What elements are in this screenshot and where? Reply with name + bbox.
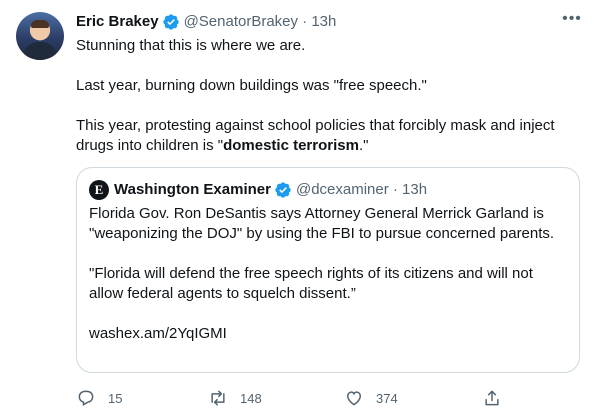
like-count: 374: [376, 390, 398, 406]
reply-count: 15: [108, 390, 123, 406]
tweet-actions: 15 148 374: [68, 384, 588, 412]
reply-icon: [78, 390, 94, 406]
tweet-header: Eric Brakey @SenatorBrakey · 13h: [76, 12, 336, 32]
share-button[interactable]: [482, 384, 502, 412]
tweet-line-3-suffix: .": [358, 137, 369, 154]
quoted-author-name: Washington Examiner: [114, 181, 271, 198]
verified-badge-icon: [162, 13, 180, 31]
reply-button[interactable]: 15: [76, 384, 122, 412]
washington-examiner-logo-icon: E: [89, 180, 109, 200]
share-icon: [485, 390, 499, 406]
quoted-tweet[interactable]: E Washington Examiner @dcexaminer · 13h …: [76, 167, 580, 373]
quoted-tweet-text: Florida Gov. Ron DeSantis says Attorney …: [89, 204, 559, 344]
quoted-link[interactable]: washex.am/2YqIGMI: [89, 324, 559, 344]
tweet-line-3: This year, protesting against school pol…: [76, 116, 576, 156]
quoted-paragraph-1: Florida Gov. Ron DeSantis says Attorney …: [89, 205, 555, 242]
like-button[interactable]: 374: [344, 384, 398, 412]
tweet-line-2: Last year, burning down buildings was "f…: [76, 77, 427, 94]
tweet[interactable]: Eric Brakey @SenatorBrakey · 13h ••• Stu…: [0, 0, 598, 420]
author-handle-time[interactable]: @SenatorBrakey · 13h: [184, 12, 337, 32]
tweet-line-1: Stunning that this is where we are.: [76, 37, 306, 54]
avatar-suit: [24, 42, 56, 60]
quoted-tweet-header: E Washington Examiner @dcexaminer · 13h: [89, 180, 427, 200]
quoted-author-handle-time: @dcexaminer · 13h: [295, 181, 428, 198]
retweet-icon: [211, 390, 225, 406]
tweet-line-3-bold: domestic terrorism: [223, 137, 359, 154]
verified-badge-icon: [274, 181, 292, 199]
retweet-button[interactable]: 148: [208, 384, 262, 412]
tweet-text: Stunning that this is where we are. Last…: [76, 36, 576, 156]
more-icon[interactable]: •••: [560, 11, 584, 32]
avatar[interactable]: [16, 12, 64, 60]
retweet-count: 148: [240, 390, 262, 406]
author-name[interactable]: Eric Brakey: [76, 12, 159, 32]
avatar-hair: [31, 20, 49, 28]
quoted-paragraph-2: "Florida will defend the free speech rig…: [89, 265, 533, 302]
heart-icon: [346, 391, 362, 406]
